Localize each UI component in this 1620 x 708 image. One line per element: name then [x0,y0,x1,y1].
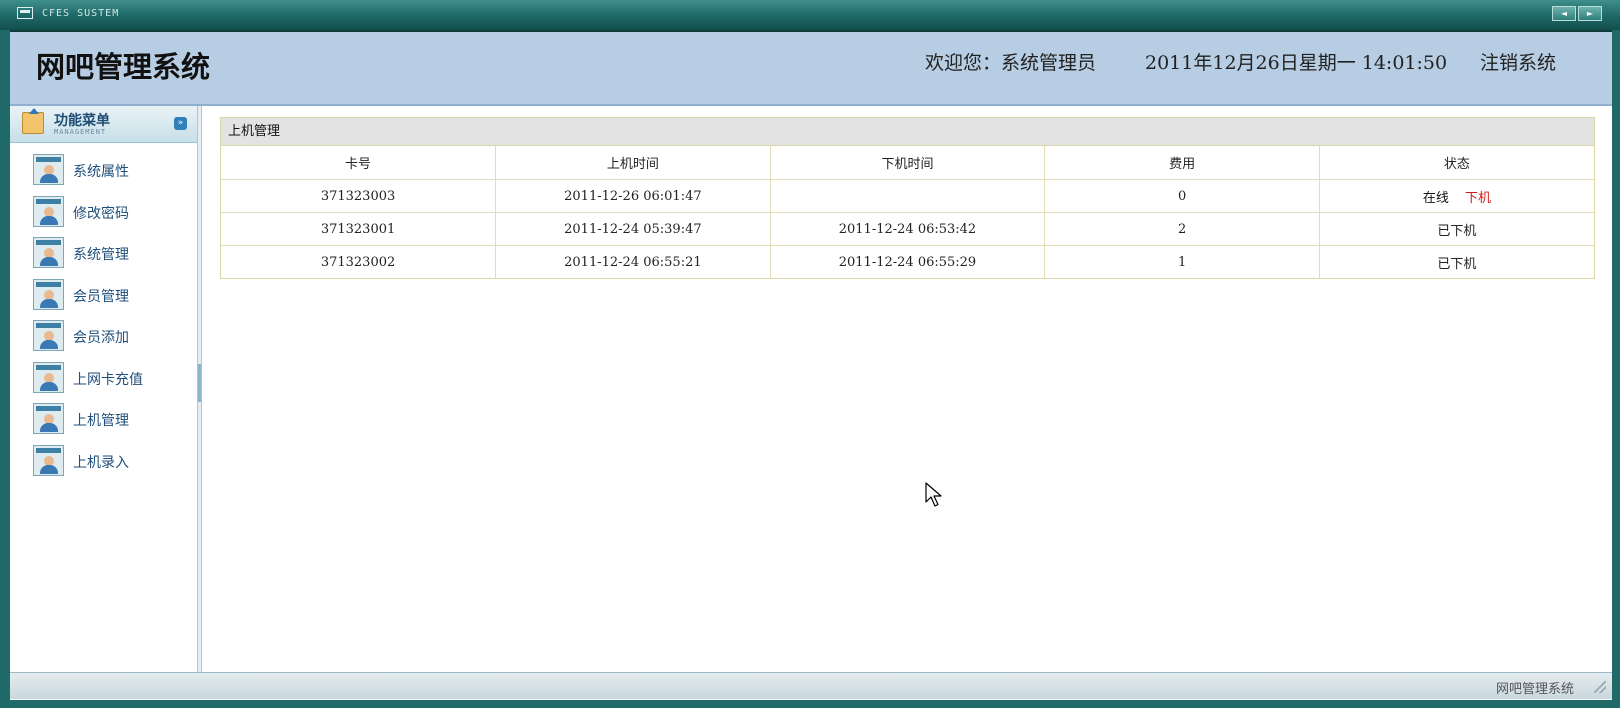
status-bar: 网吧管理系统 [10,672,1612,699]
sidebar-item-card-recharge[interactable]: 上网卡充值 [10,360,197,402]
frame-right [1612,30,1620,708]
frame-left [0,30,10,708]
window-titlebar: CFES SUSTEM ◄ ► [0,0,1620,32]
table-row: 371323002 2011-12-24 06:55:21 2011-12-24… [221,245,1594,278]
sidebar-item-label: 系统属性 [73,164,129,180]
sidebar-item-label: 会员添加 [73,330,129,346]
status-offline-text: 已下机 [1437,256,1477,272]
column-header-end-time: 下机时间 [769,146,1046,180]
column-header-card: 卡号 [221,146,497,180]
cell-fee: 1 [1044,245,1320,278]
window-nav-buttons: ◄ ► [1552,6,1602,21]
collapse-chevron-icon[interactable]: » [174,117,187,130]
cell-fee: 2 [1044,212,1320,246]
sidebar-menu-list: 系统属性 修改密码 系统管理 会员管理 会员添加 上网卡充值 上机管理 上机录入 [10,152,197,484]
frame-bottom [0,700,1620,708]
sidebar-menu-header[interactable]: 功能菜单 MANAGEMENT » [10,106,197,143]
cell-status: 已下机 [1318,245,1594,278]
window-app-name: CFES SUSTEM [42,8,120,19]
sidebar-item-label: 修改密码 [73,205,129,222]
session-table: 卡号 上机时间 下机时间 费用 状态 371323003 2011-12-26 … [221,146,1594,278]
status-bar-text: 网吧管理系统 [1495,682,1574,697]
sidebar-item-label: 上机管理 [73,413,129,429]
user-card-icon [33,154,64,185]
status-offline-text: 已下机 [1437,223,1477,239]
user-card-icon [33,361,64,393]
cell-start-time: 2011-12-24 05:39:47 [495,212,771,246]
sidebar-item-label: 会员管理 [73,288,129,305]
sidebar-item-label: 上机录入 [73,454,129,471]
cell-end-time: 2011-12-24 06:53:42 [769,212,1046,246]
column-header-start-time: 上机时间 [495,146,771,180]
cell-end-time [769,179,1046,213]
mouse-pointer-icon [925,482,942,507]
sidebar: 功能菜单 MANAGEMENT » 系统属性 修改密码 系统管理 会员管理 会员… [10,106,198,672]
cell-start-time: 2011-12-26 06:01:47 [495,179,771,213]
sidebar-title: 功能菜单 [54,113,110,129]
panel-title: 上机管理 [221,118,1594,146]
welcome-text: 欢迎您：系统管理员 [925,52,1097,74]
nav-prev-button[interactable]: ◄ [1552,6,1576,21]
system-title: 网吧管理系统 [36,50,211,84]
user-card-icon [33,444,64,476]
cell-end-time: 2011-12-24 06:55:29 [769,245,1046,278]
table-header-row: 卡号 上机时间 下机时间 费用 状态 [221,146,1594,180]
cell-start-time: 2011-12-24 06:55:21 [495,245,771,278]
sidebar-item-label: 系统管理 [73,247,129,263]
sidebar-item-member-add[interactable]: 会员添加 [10,318,197,360]
logoff-link[interactable]: 下机 [1465,191,1491,206]
column-header-fee: 费用 [1044,146,1320,180]
user-card-icon [33,403,64,434]
table-row: 371323003 2011-12-26 06:01:47 0 在线 下机 [221,179,1594,213]
sidebar-item-session-management[interactable]: 上机管理 [10,401,197,443]
sidebar-item-change-password[interactable]: 修改密码 [10,194,197,236]
sidebar-subtitle: MANAGEMENT [54,128,107,136]
table-row: 371323001 2011-12-24 05:39:47 2011-12-24… [221,212,1594,246]
main-content: 上机管理 卡号 上机时间 下机时间 费用 状态 371323003 2011-1… [204,106,1612,672]
cell-fee: 0 [1044,179,1320,213]
session-panel: 上机管理 卡号 上机时间 下机时间 费用 状态 371323003 2011-1… [220,117,1595,279]
cell-card: 371323003 [221,179,497,213]
sidebar-item-member-management[interactable]: 会员管理 [10,277,197,319]
page-header: 网吧管理系统 欢迎您：系统管理员 2011年12月26日星期一 14:01:50… [10,32,1612,106]
resize-grip-icon[interactable] [1594,681,1606,693]
cell-status: 已下机 [1318,212,1594,246]
cell-card: 371323001 [221,212,497,246]
status-online-text: 在线 [1422,190,1449,206]
user-card-icon [33,237,64,268]
sidebar-item-system-properties[interactable]: 系统属性 [10,152,197,194]
cell-status: 在线 下机 [1318,179,1594,213]
user-card-icon [33,195,64,227]
sidebar-item-session-entry[interactable]: 上机录入 [10,443,197,485]
cell-card: 371323002 [221,245,497,278]
sidebar-splitter[interactable] [197,106,202,672]
window-icon [17,7,33,19]
upload-folder-icon [22,108,44,134]
logout-link[interactable]: 注销系统 [1480,48,1556,75]
current-datetime: 2011年12月26日星期一 14:01:50 [1145,52,1448,74]
sidebar-item-system-management[interactable]: 系统管理 [10,235,197,277]
splitter-grip-handle[interactable] [198,364,201,402]
user-card-icon [33,278,64,310]
column-header-status: 状态 [1318,146,1594,180]
nav-next-button[interactable]: ► [1578,6,1602,21]
user-card-icon [33,320,64,351]
sidebar-item-label: 上网卡充值 [73,371,143,388]
